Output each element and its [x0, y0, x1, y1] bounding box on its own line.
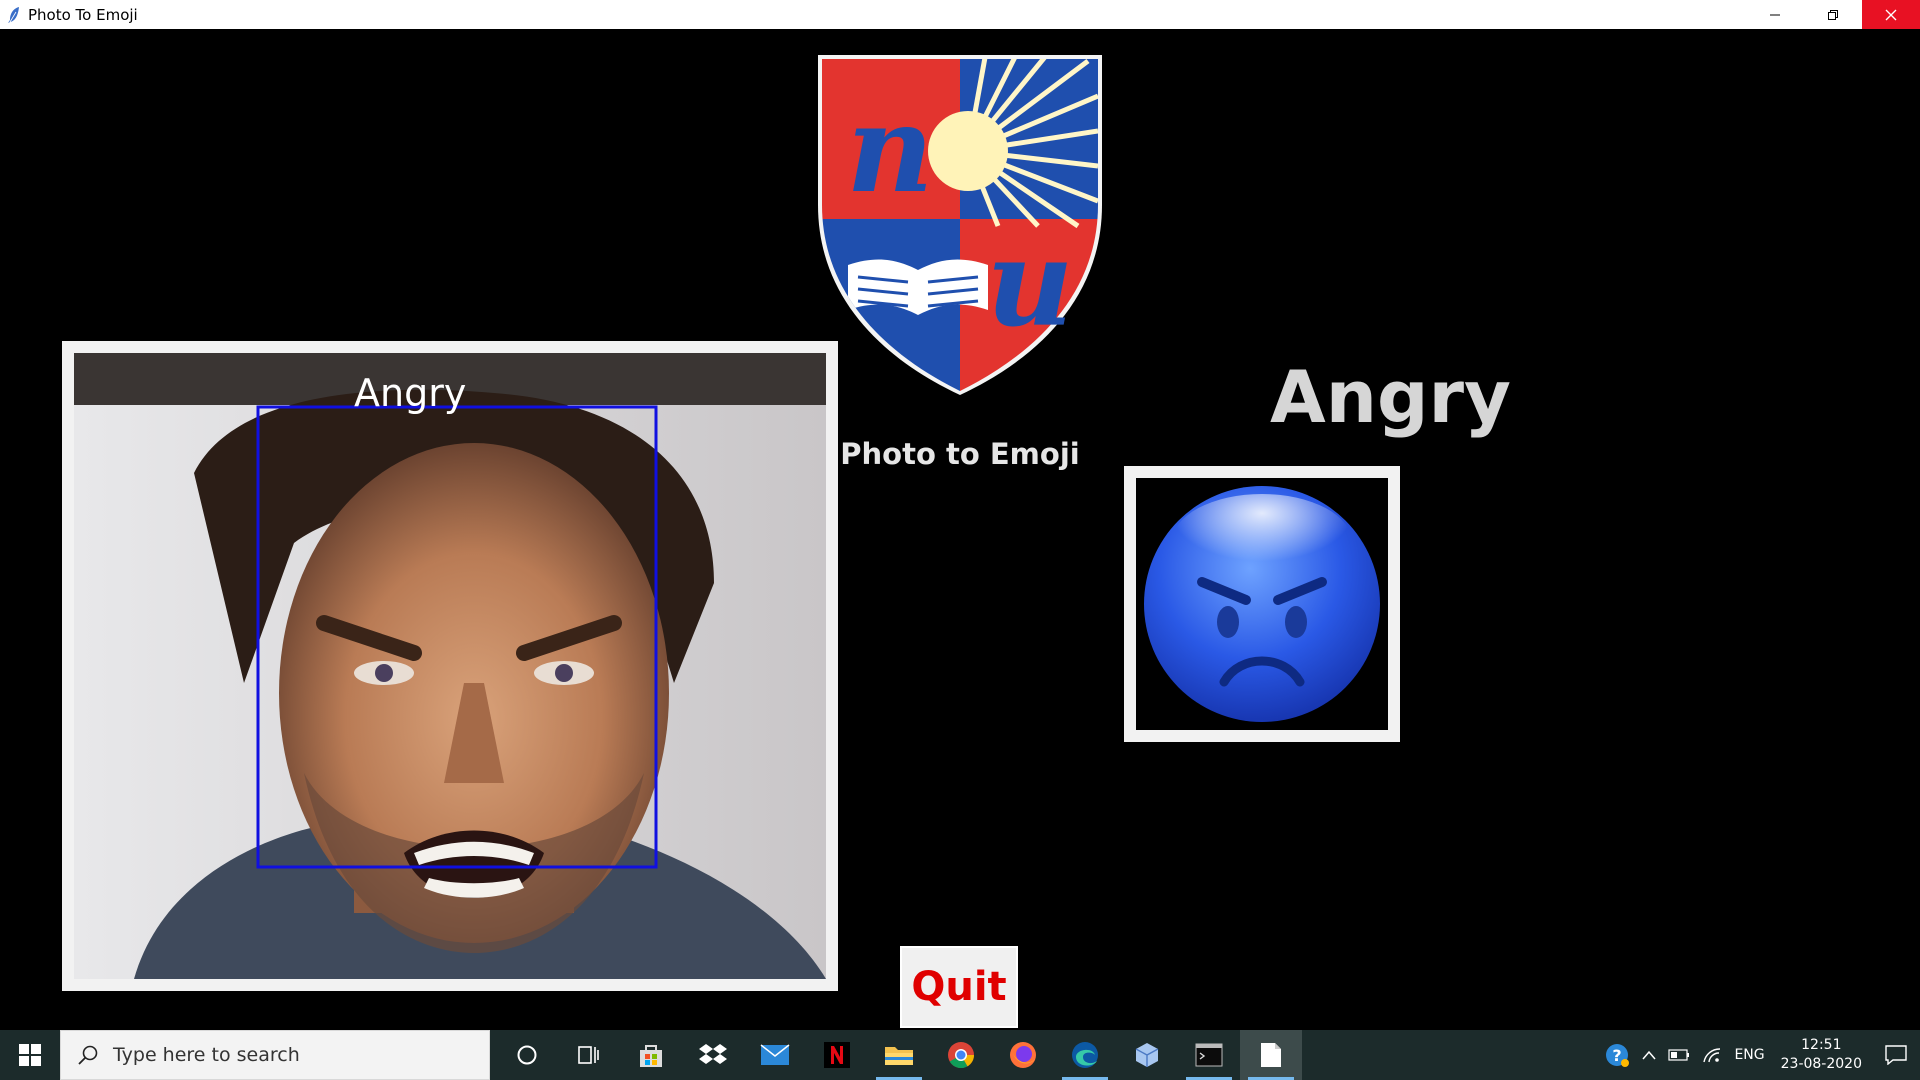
taskbar-search[interactable]: Type here to search: [60, 1030, 490, 1080]
close-button[interactable]: [1862, 0, 1920, 29]
face-emotion-label: Angry: [354, 371, 467, 415]
wifi-icon[interactable]: [1696, 1030, 1728, 1080]
mail-icon[interactable]: [744, 1030, 806, 1080]
system-tray: ? ENG 12:51 23-08-2020: [1598, 1030, 1920, 1080]
minimize-button[interactable]: [1746, 0, 1804, 29]
emoji-frame: [1124, 466, 1400, 742]
app-subtitle: Photo to Emoji: [840, 437, 1080, 471]
notepad-icon[interactable]: [1240, 1030, 1302, 1080]
3d-viewer-icon[interactable]: [1116, 1030, 1178, 1080]
file-explorer-icon[interactable]: [868, 1030, 930, 1080]
battery-icon[interactable]: [1662, 1030, 1696, 1080]
title-bar: Photo To Emoji: [0, 0, 1920, 29]
taskbar: Type here to search ? ENG 12:51 23-08-20…: [0, 1030, 1920, 1080]
firefox-icon[interactable]: [992, 1030, 1054, 1080]
photo-frame: Angry: [62, 341, 838, 991]
logo-letter-n: n: [846, 79, 933, 220]
task-view-icon[interactable]: [558, 1030, 620, 1080]
university-logo: n u: [818, 55, 1102, 395]
action-center-button[interactable]: [1872, 1030, 1920, 1080]
windows-icon: [19, 1044, 41, 1066]
window-title: Photo To Emoji: [28, 5, 138, 24]
search-placeholder: Type here to search: [113, 1044, 300, 1066]
edge-icon[interactable]: [1054, 1030, 1116, 1080]
terminal-icon[interactable]: [1178, 1030, 1240, 1080]
help-icon[interactable]: ?: [1598, 1030, 1636, 1080]
start-button[interactable]: [0, 1030, 60, 1080]
restore-button[interactable]: [1804, 0, 1862, 29]
search-icon: [78, 1045, 98, 1065]
quit-button[interactable]: Quit: [900, 946, 1018, 1028]
cortana-icon[interactable]: [496, 1030, 558, 1080]
chrome-icon[interactable]: [930, 1030, 992, 1080]
app-window: Photo To Emoji n u Photo to Emoji Angry …: [0, 0, 1920, 1080]
emotion-result-label: Angry: [1270, 355, 1511, 439]
face-photo: Angry: [74, 353, 826, 979]
taskbar-apps: [496, 1030, 1302, 1080]
svg-text:?: ?: [1613, 1046, 1622, 1065]
logo-letter-u: u: [986, 213, 1073, 354]
window-controls: [1746, 0, 1920, 29]
minimize-icon: [1770, 14, 1780, 15]
store-icon[interactable]: [620, 1030, 682, 1080]
feather-icon: [2, 0, 26, 29]
notification-icon: [1885, 1045, 1907, 1065]
restore-icon: [1828, 9, 1838, 20]
clock-date: 23-08-2020: [1780, 1056, 1862, 1072]
close-icon: [1885, 9, 1897, 20]
clock[interactable]: 12:51 23-08-2020: [1771, 1036, 1872, 1074]
dropbox-icon[interactable]: [682, 1030, 744, 1080]
netflix-icon[interactable]: [806, 1030, 868, 1080]
language-indicator[interactable]: ENG: [1728, 1030, 1770, 1080]
clock-time: 12:51: [1801, 1037, 1842, 1053]
angry-emoji-icon: [1144, 486, 1380, 722]
chevron-up-icon[interactable]: [1636, 1030, 1662, 1080]
